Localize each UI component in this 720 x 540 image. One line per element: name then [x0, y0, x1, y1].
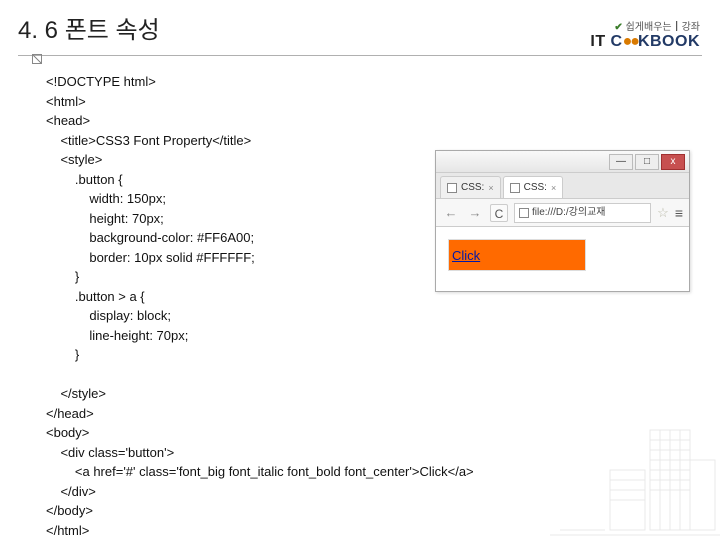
- brand-logo: ✔ 쉽게배우는┃강좌 IT C●●KBOOK: [590, 18, 700, 51]
- code-listing: <!DOCTYPE html> <html> <head> <title>CSS…: [46, 72, 674, 540]
- maximize-button[interactable]: □: [635, 154, 659, 170]
- demo-button-link[interactable]: Click: [452, 248, 480, 263]
- window-titlebar: — □ x: [436, 151, 689, 173]
- document-icon: [519, 208, 529, 218]
- browser-tab-active[interactable]: CSS: ×: [503, 176, 564, 198]
- url-input[interactable]: file:///D:/강의교재: [514, 203, 651, 223]
- brand-small-text: 쉽게배우는┃강좌: [626, 22, 700, 33]
- address-bar: ← → C file:///D:/강의교재 ☆ ≡: [436, 199, 689, 227]
- url-text: file:///D:/강의교재: [532, 203, 605, 223]
- tab-label: CSS:: [461, 182, 484, 193]
- bookmark-star-icon[interactable]: ☆: [657, 205, 669, 221]
- tab-strip: CSS: × CSS: ×: [436, 173, 689, 199]
- demo-button: Click: [442, 233, 592, 277]
- forward-button[interactable]: →: [466, 204, 484, 222]
- tab-label: CSS:: [524, 182, 547, 193]
- favicon-icon: [447, 183, 457, 193]
- reload-button[interactable]: C: [490, 204, 508, 222]
- menu-icon[interactable]: ≡: [675, 205, 683, 221]
- minimize-button[interactable]: —: [609, 154, 633, 170]
- browser-tab[interactable]: CSS: ×: [440, 176, 501, 198]
- tab-close-icon[interactable]: ×: [488, 183, 493, 193]
- browser-viewport: Click: [436, 227, 689, 291]
- tab-close-icon[interactable]: ×: [551, 183, 556, 193]
- browser-window: — □ x CSS: × CSS: × ← → C file:///D:/강의교…: [435, 150, 690, 292]
- close-button[interactable]: x: [661, 154, 685, 170]
- favicon-icon: [510, 183, 520, 193]
- check-icon: ✔: [614, 22, 622, 33]
- brand-logo-text: IT C●●KBOOK: [590, 33, 700, 50]
- back-button[interactable]: ←: [442, 204, 460, 222]
